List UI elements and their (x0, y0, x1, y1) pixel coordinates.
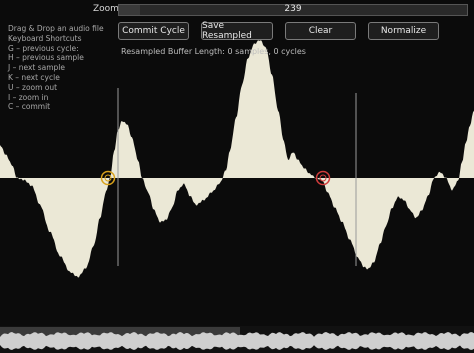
help-line: Keyboard Shortcuts (8, 33, 82, 43)
help-line: G – previous cycle: (8, 43, 79, 53)
help-line: C – commit (8, 102, 51, 112)
help-line: Drag & Drop an audio file (8, 24, 104, 33)
commit-cycle-button[interactable]: Commit Cycle (118, 22, 189, 40)
clear-button[interactable]: Clear (285, 22, 356, 40)
help-line: I – zoom in (8, 92, 49, 102)
help-line: U – zoom out (8, 82, 58, 92)
help-text: Drag & Drop an audio file Keyboard Short… (8, 24, 104, 112)
save-resampled-button[interactable]: Save Resampled (201, 21, 273, 41)
help-line: J – next sample (8, 63, 65, 73)
normalize-button[interactable]: Normalize (368, 22, 439, 40)
resampled-buffer-status: Resampled Buffer Length: 0 samples, 0 cy… (121, 47, 306, 56)
help-line: H – previous sample (8, 53, 84, 63)
help-line: K – next cycle (8, 72, 60, 82)
